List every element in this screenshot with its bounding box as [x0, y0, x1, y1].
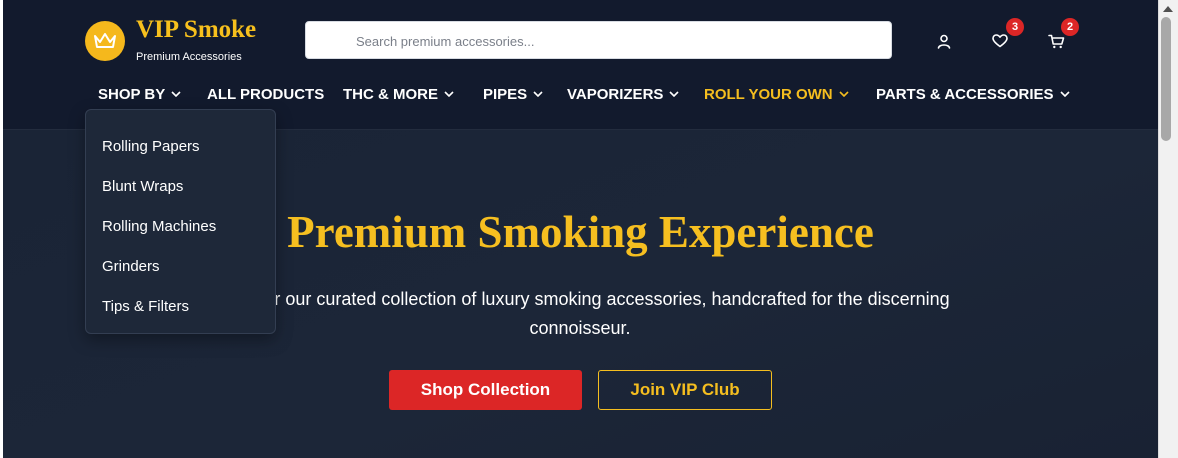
- nav-vaporizers[interactable]: VAPORIZERS: [567, 84, 679, 104]
- roll-your-own-dropdown: Rolling Papers Blunt Wraps Rolling Machi…: [85, 109, 276, 334]
- dropdown-item-tips-filters[interactable]: Tips & Filters: [102, 298, 189, 315]
- wishlist-count-badge: 3: [1006, 18, 1024, 36]
- shop-collection-button[interactable]: Shop Collection: [389, 370, 582, 410]
- nav-shop-by[interactable]: SHOP BY: [98, 84, 181, 104]
- cart-count-badge: 2: [1061, 18, 1079, 36]
- nav-parts-accessories[interactable]: PARTS & ACCESSORIES: [876, 84, 1070, 104]
- nav-label: ALL PRODUCTS: [207, 85, 325, 103]
- nav-label: VAPORIZERS: [567, 85, 664, 103]
- nav-roll-your-own[interactable]: ROLL YOUR OWN: [704, 84, 849, 104]
- chevron-down-icon: [171, 91, 181, 97]
- chevron-down-icon: [1059, 91, 1070, 97]
- crown-icon[interactable]: [85, 21, 125, 61]
- nav-label: PIPES: [483, 85, 528, 103]
- nav-label: SHOP BY: [98, 85, 166, 103]
- nav-label: PARTS & ACCESSORIES: [876, 85, 1054, 103]
- brand-name[interactable]: VIP Smoke: [136, 16, 256, 44]
- nav-thc-more[interactable]: THC & MORE: [343, 84, 454, 104]
- scrollbar-thumb[interactable]: [1161, 17, 1171, 141]
- nav-label: ROLL YOUR OWN: [704, 85, 833, 103]
- hero-subtitle: Discover our curated collection of luxur…: [210, 289, 950, 338]
- chevron-down-icon: [444, 91, 454, 97]
- search-input[interactable]: [354, 22, 878, 60]
- dropdown-item-blunt-wraps[interactable]: Blunt Wraps: [102, 178, 183, 195]
- dropdown-item-grinders[interactable]: Grinders: [102, 258, 160, 275]
- page: VIP Smoke Premium Accessories 3 2: [3, 0, 1158, 458]
- dropdown-item-rolling-papers[interactable]: Rolling Papers: [102, 138, 200, 155]
- nav-pipes[interactable]: PIPES: [483, 84, 543, 104]
- user-icon[interactable]: [933, 30, 955, 52]
- scroll-up-arrow-icon[interactable]: [1163, 6, 1173, 12]
- nav-label: THC & MORE: [343, 85, 438, 103]
- brand-tagline: Premium Accessories: [136, 51, 242, 63]
- chevron-down-icon: [839, 91, 849, 97]
- search-bar[interactable]: [305, 21, 892, 60]
- join-vip-club-button[interactable]: Join VIP Club: [598, 370, 772, 410]
- nav-all-products[interactable]: ALL PRODUCTS: [207, 84, 324, 104]
- chevron-down-icon: [669, 91, 679, 97]
- dropdown-item-rolling-machines[interactable]: Rolling Machines: [102, 218, 216, 235]
- chevron-down-icon: [533, 91, 543, 97]
